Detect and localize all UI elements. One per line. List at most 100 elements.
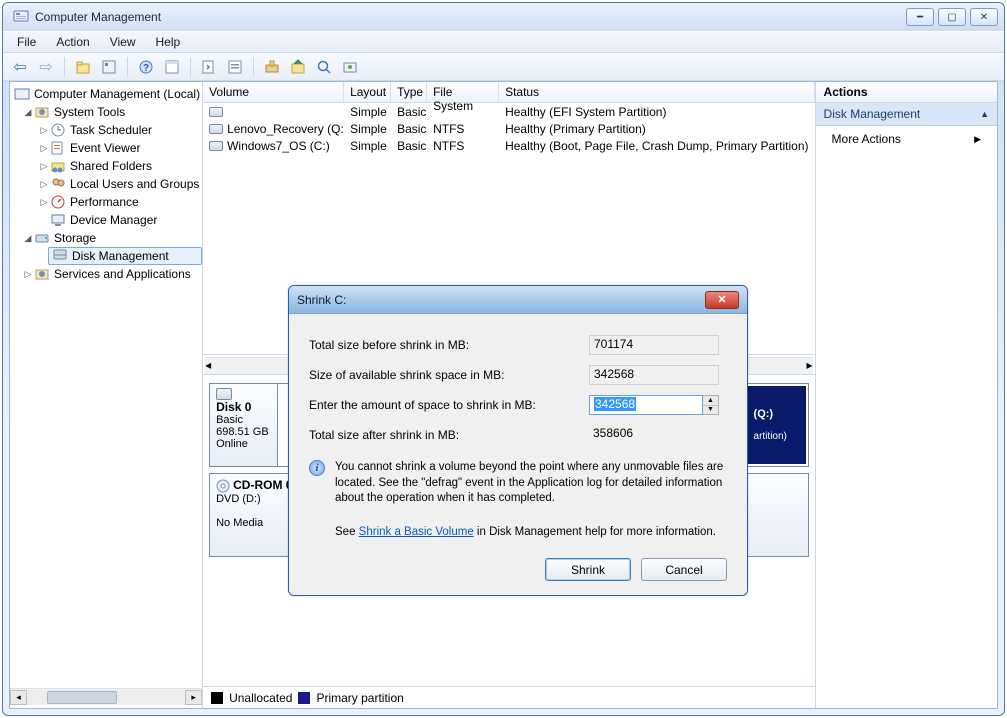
- expand-icon[interactable]: ▷: [38, 161, 50, 172]
- tree-label: Shared Folders: [70, 159, 152, 173]
- drive-icon: [209, 107, 223, 117]
- expand-icon[interactable]: ▷: [38, 125, 50, 136]
- menu-help[interactable]: Help: [146, 33, 191, 51]
- shrink-amount-input[interactable]: 342568: [589, 395, 703, 415]
- dialog-info-text: You cannot shrink a volume beyond the po…: [335, 460, 727, 507]
- actions-section[interactable]: Disk Management ▲: [816, 103, 997, 126]
- volume-row[interactable]: Lenovo_Recovery (Q:) Simple Basic NTFS H…: [203, 120, 814, 137]
- back-button[interactable]: ⇦: [9, 56, 31, 78]
- shrink-help-link[interactable]: Shrink a Basic Volume: [359, 526, 474, 538]
- volume-row[interactable]: Simple Basic Healthy (EFI System Partiti…: [203, 103, 814, 120]
- content-area: Computer Management (Local) ◢ System Too…: [9, 81, 998, 709]
- disk-0-label: Disk 0 Basic 698.51 GB Online: [210, 384, 278, 466]
- volume-row[interactable]: Windows7_OS (C:) Simple Basic NTFS Healt…: [203, 137, 814, 154]
- minimize-button[interactable]: ━: [906, 8, 934, 26]
- disk-name: Disk 0: [216, 400, 251, 414]
- tree-shared-folders[interactable]: ▷ Shared Folders: [10, 157, 202, 175]
- menu-action[interactable]: Action: [46, 33, 99, 51]
- collapse-icon[interactable]: ◢: [22, 233, 34, 244]
- info-icon: i: [309, 460, 325, 476]
- tree-services-apps[interactable]: ▷ Services and Applications: [10, 265, 202, 283]
- tree-root[interactable]: Computer Management (Local): [10, 85, 202, 103]
- tree-label: Device Manager: [70, 213, 157, 227]
- shrink-amount-label: Enter the amount of space to shrink in M…: [309, 398, 589, 412]
- spinner-down[interactable]: ▼: [703, 406, 718, 415]
- scroll-thumb[interactable]: [47, 691, 117, 704]
- props-button[interactable]: [98, 56, 120, 78]
- volume-header: Volume Layout Type File System Status: [203, 82, 814, 103]
- forward-button[interactable]: ⇨: [35, 56, 57, 78]
- submenu-icon: ▶: [974, 134, 981, 145]
- app-icon: [13, 9, 29, 25]
- actions-header: Actions: [816, 82, 997, 103]
- scroll-right-button[interactable]: ▸: [185, 690, 202, 705]
- disk-icon: [216, 388, 232, 400]
- tree-label: Disk Management: [72, 249, 169, 263]
- total-after-label: Total size after shrink in MB:: [309, 428, 589, 442]
- tree-label: Storage: [54, 231, 96, 245]
- menubar: File Action View Help: [3, 31, 1004, 53]
- expand-icon[interactable]: ▷: [38, 197, 50, 208]
- scroll-right-button[interactable]: ▸: [807, 358, 813, 374]
- tree-system-tools[interactable]: ◢ System Tools: [10, 103, 202, 121]
- menu-file[interactable]: File: [7, 33, 46, 51]
- dialog-help-text: See Shrink a Basic Volume in Disk Manage…: [335, 525, 716, 541]
- tree-local-users[interactable]: ▷ Local Users and Groups: [10, 175, 202, 193]
- tree-label: Event Viewer: [70, 141, 140, 155]
- tree-disk-management[interactable]: Disk Management: [48, 247, 202, 265]
- tb-icon-1[interactable]: [261, 56, 283, 78]
- tree-event-viewer[interactable]: ▷ Event Viewer: [10, 139, 202, 157]
- expand-icon[interactable]: ▷: [22, 269, 34, 280]
- maximize-button[interactable]: ▢: [938, 8, 966, 26]
- cancel-button[interactable]: Cancel: [641, 558, 727, 581]
- up-button[interactable]: [72, 56, 94, 78]
- svg-text:?: ?: [143, 63, 149, 74]
- tree-hscroll[interactable]: ◂ ▸: [10, 688, 202, 705]
- tree-device-manager[interactable]: Device Manager: [10, 211, 202, 229]
- dialog-title: Shrink C:: [297, 293, 346, 307]
- available-space-label: Size of available shrink space in MB:: [309, 368, 589, 382]
- tree-performance[interactable]: ▷ Performance: [10, 193, 202, 211]
- partition-q[interactable]: (Q:) artition): [746, 386, 806, 464]
- legend-unallocated-swatch: [211, 692, 223, 704]
- close-button[interactable]: ✕: [970, 8, 998, 26]
- col-status[interactable]: Status: [499, 82, 814, 102]
- actions-pane: Actions Disk Management ▲ More Actions ▶: [816, 82, 997, 708]
- views-button[interactable]: [161, 56, 183, 78]
- menu-view[interactable]: View: [100, 33, 146, 51]
- col-type[interactable]: Type: [391, 82, 427, 102]
- tree-task-scheduler[interactable]: ▷ Task Scheduler: [10, 121, 202, 139]
- cdrom-name: CD-ROM 0: [233, 478, 292, 492]
- legend-primary-label: Primary partition: [316, 691, 403, 705]
- help-button[interactable]: ?: [135, 56, 157, 78]
- spinner-up[interactable]: ▲: [703, 396, 718, 406]
- settings-button[interactable]: [224, 56, 246, 78]
- tree-label: Services and Applications: [54, 267, 191, 281]
- dialog-titlebar[interactable]: Shrink C: ✕: [289, 286, 747, 314]
- shrink-amount-spinner[interactable]: ▲▼: [703, 395, 719, 415]
- more-actions-item[interactable]: More Actions ▶: [816, 126, 997, 152]
- toolbar: ⇦ ⇨ ?: [3, 53, 1004, 81]
- collapse-icon[interactable]: ◢: [22, 107, 34, 118]
- tb-icon-3[interactable]: [313, 56, 335, 78]
- tb-icon-4[interactable]: [339, 56, 361, 78]
- shrink-button[interactable]: Shrink: [545, 558, 631, 581]
- scroll-left-button[interactable]: ◂: [10, 690, 27, 705]
- tree-storage[interactable]: ◢ Storage: [10, 229, 202, 247]
- total-after-value: 358606: [589, 425, 719, 445]
- tb-icon-2[interactable]: [287, 56, 309, 78]
- legend-unallocated-label: Unallocated: [229, 691, 292, 705]
- available-space-value: 342568: [589, 365, 719, 385]
- col-volume[interactable]: Volume: [203, 82, 344, 102]
- legend: Unallocated Primary partition: [203, 686, 814, 708]
- col-layout[interactable]: Layout: [344, 82, 391, 102]
- expand-icon[interactable]: ▷: [38, 143, 50, 154]
- window-title: Computer Management: [35, 10, 161, 24]
- expand-icon[interactable]: ▷: [38, 179, 50, 190]
- shrink-dialog: Shrink C: ✕ Total size before shrink in …: [288, 285, 748, 596]
- dialog-close-button[interactable]: ✕: [705, 291, 739, 309]
- refresh-button[interactable]: [198, 56, 220, 78]
- col-filesystem[interactable]: File System: [427, 82, 499, 102]
- tree-pane: Computer Management (Local) ◢ System Too…: [10, 82, 203, 708]
- total-before-value: 701174: [589, 335, 719, 355]
